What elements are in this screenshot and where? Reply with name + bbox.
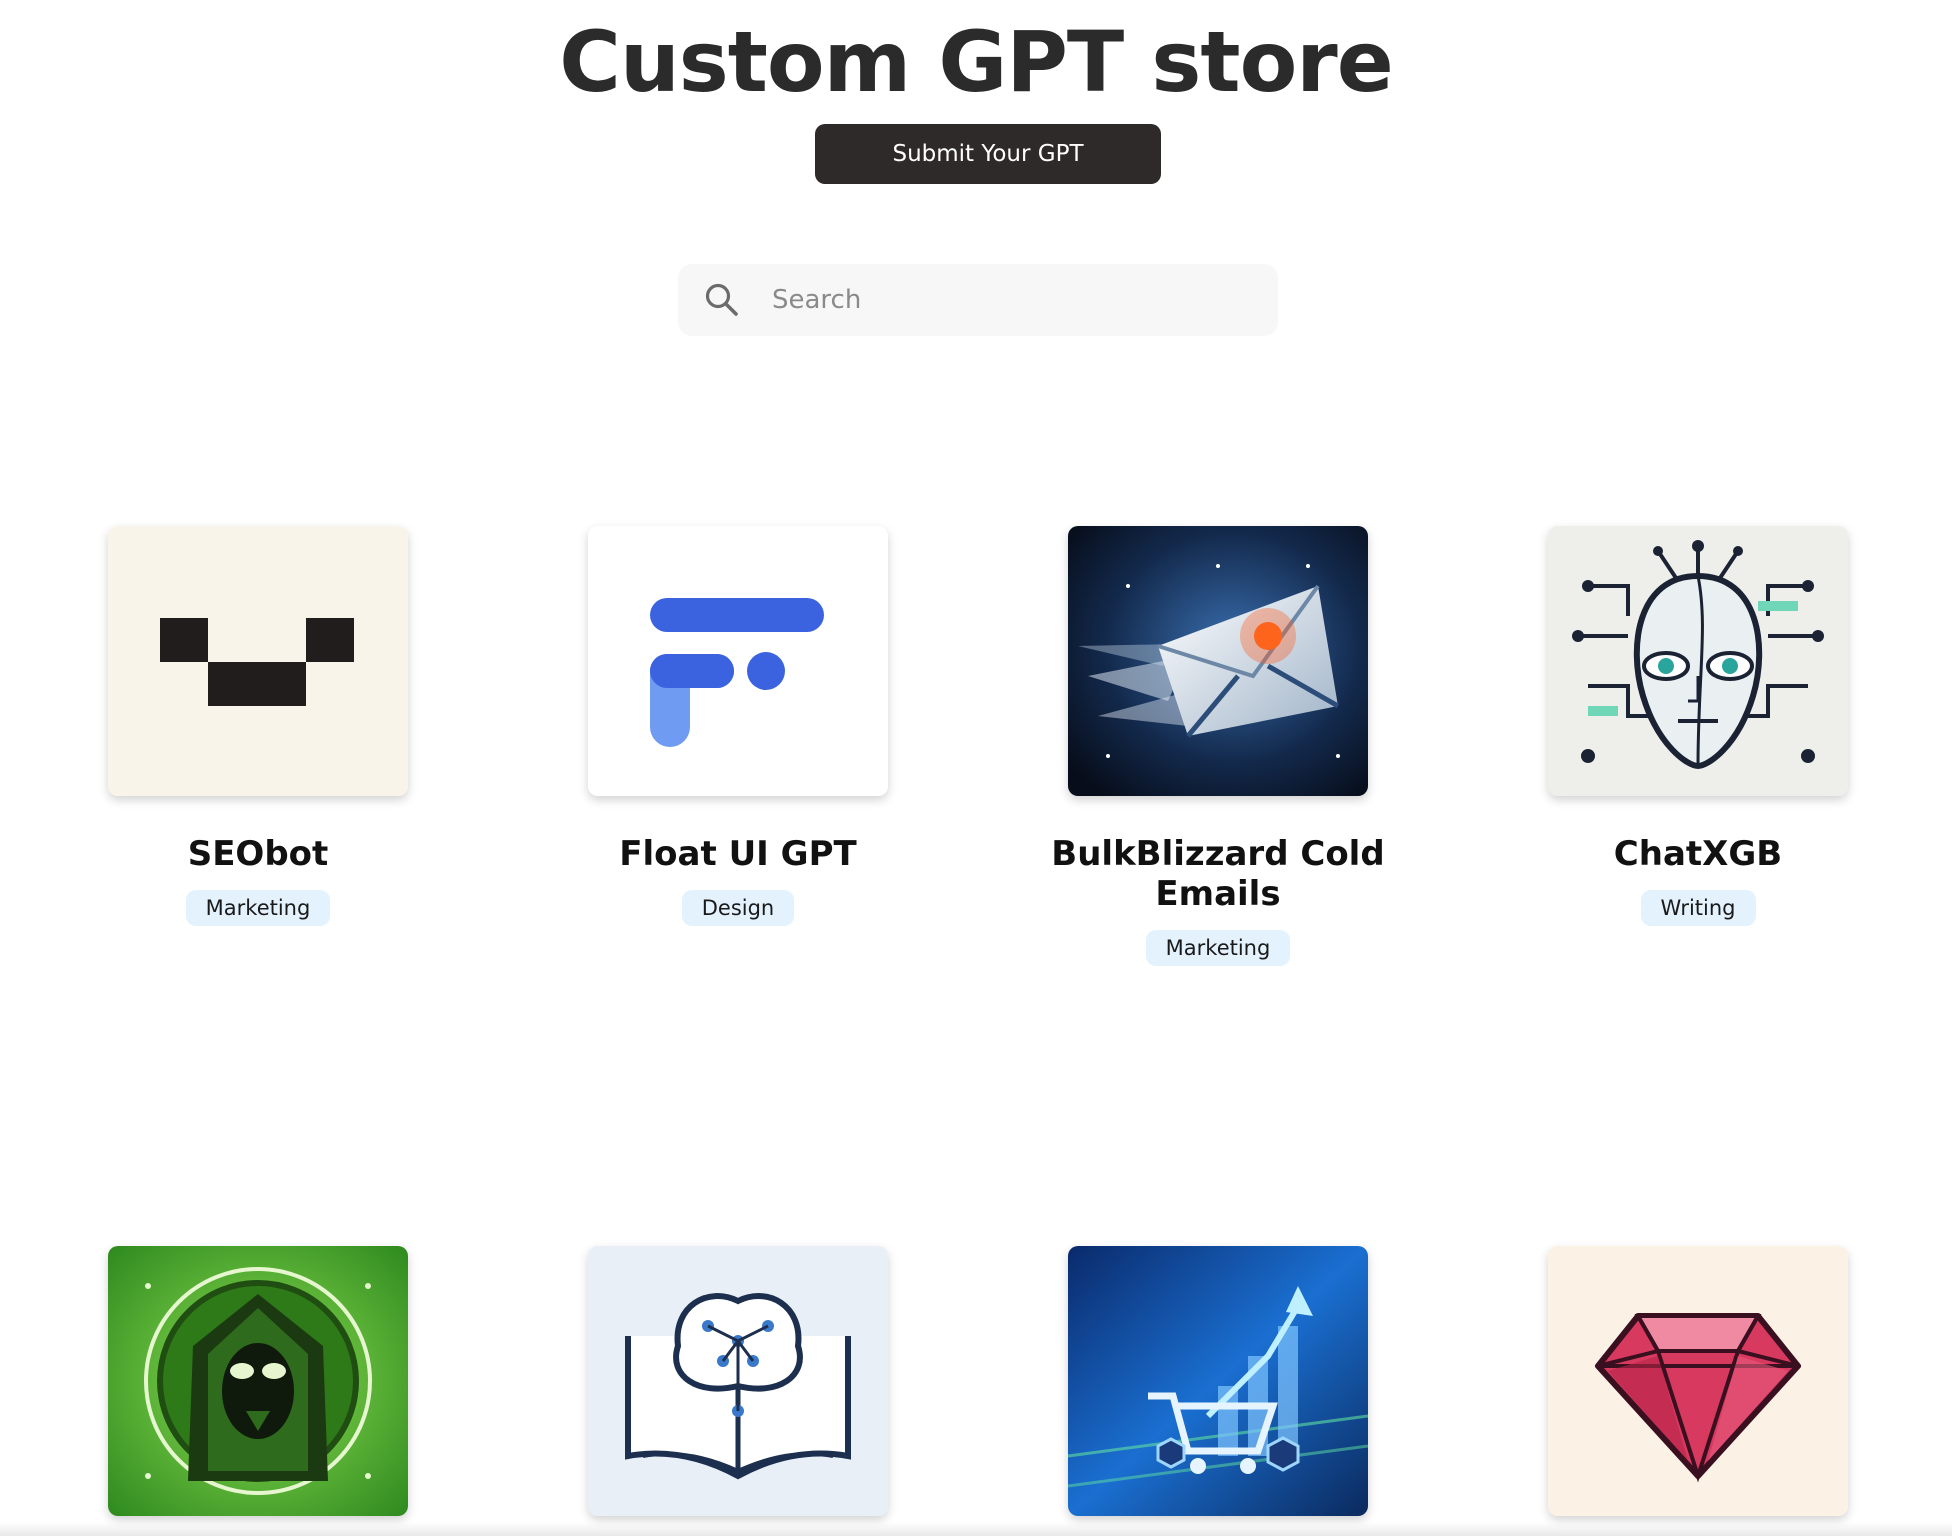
blizzard-envelope-icon <box>1068 526 1368 796</box>
float-ui-logo-icon <box>588 526 888 796</box>
category-badge[interactable]: Writing <box>1640 890 1756 926</box>
gpt-grid: SEObot Marketing Float UI GPT Design Bul… <box>0 0 1952 1536</box>
category-badge[interactable]: Marketing <box>185 890 331 926</box>
gpt-card[interactable]: ChatXGB Writing <box>1458 526 1938 926</box>
brain-book-icon <box>588 1246 888 1516</box>
circuit-face-icon <box>1548 526 1848 796</box>
gpt-card[interactable] <box>18 1246 498 1516</box>
hooded-hacker-icon <box>108 1246 408 1516</box>
gpt-card[interactable] <box>498 1246 978 1516</box>
pixel-smile-icon <box>108 526 408 796</box>
gpt-title: Float UI GPT <box>619 834 857 874</box>
gpt-card[interactable]: SEObot Marketing <box>18 526 498 926</box>
gpt-card[interactable]: Float UI GPT Design <box>498 526 978 926</box>
category-badge[interactable]: Marketing <box>1145 930 1291 966</box>
gpt-title: BulkBlizzard Cold Emails <box>1051 834 1385 914</box>
category-badge[interactable]: Design <box>681 890 795 926</box>
ruby-gem-icon <box>1548 1246 1848 1516</box>
gpt-card[interactable] <box>978 1246 1458 1516</box>
gpt-title: ChatXGB <box>1613 834 1783 874</box>
gpt-card[interactable]: BulkBlizzard Cold Emails Marketing <box>978 526 1458 966</box>
ecommerce-cart-chart-icon <box>1068 1246 1368 1516</box>
gpt-title: SEObot <box>187 834 329 874</box>
gpt-card[interactable] <box>1458 1246 1938 1516</box>
scroll-fade <box>0 1522 1952 1536</box>
